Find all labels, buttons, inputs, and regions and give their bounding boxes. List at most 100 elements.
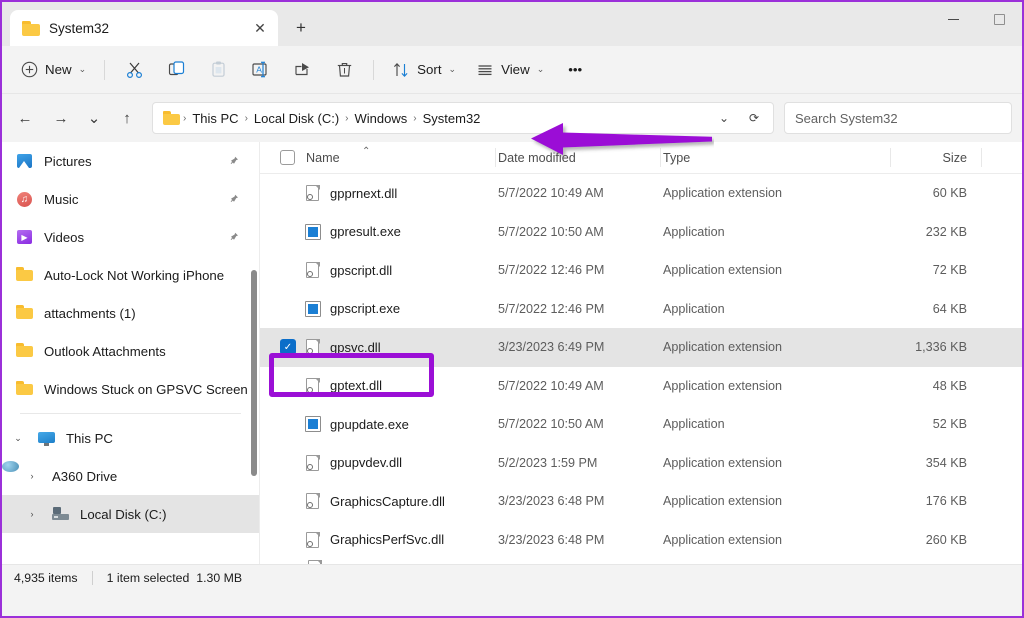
file-name: gpscript.exe xyxy=(330,301,401,317)
table-row[interactable]: gpscript.exe 5/7/2022 12:46 PM Applicati… xyxy=(260,290,1022,329)
column-divider[interactable] xyxy=(981,148,982,167)
svg-text:A: A xyxy=(256,65,262,75)
maximize-button[interactable] xyxy=(976,2,1022,36)
table-row[interactable]: gptext.dll 5/7/2022 10:49 AM Application… xyxy=(260,367,1022,406)
file-size: 232 KB xyxy=(925,224,967,239)
sort-ascending-icon: ⌃ xyxy=(362,146,371,157)
back-button[interactable]: ← xyxy=(8,102,42,134)
table-row[interactable]: GraphicsPerfSvc.dll 3/23/2023 6:48 PM Ap… xyxy=(260,521,1022,560)
sidebar-item-this-pc[interactable]: ⌄ This PC xyxy=(2,419,259,457)
share-button[interactable] xyxy=(282,54,322,86)
cut-button[interactable] xyxy=(114,54,154,86)
breadcrumb[interactable]: › This PC › Local Disk (C:) › Windows › … xyxy=(152,102,774,134)
new-button-label: New xyxy=(45,62,72,77)
pin-icon[interactable] xyxy=(228,156,239,167)
file-date-modified: 5/7/2022 10:50 AM xyxy=(498,417,604,432)
file-date-modified: 5/7/2022 12:46 PM xyxy=(498,301,605,316)
table-row[interactable]: gpscript.dll 5/7/2022 12:46 PM Applicati… xyxy=(260,251,1022,290)
column-header-size[interactable]: Size xyxy=(890,151,980,165)
exe-file-icon xyxy=(305,223,321,241)
minimize-button[interactable] xyxy=(930,2,976,36)
pin-icon[interactable] xyxy=(228,194,239,205)
sidebar-item-label: Outlook Attachments xyxy=(44,343,166,359)
table-row-partial[interactable] xyxy=(260,559,1022,564)
chevron-right-icon[interactable]: › xyxy=(22,471,42,481)
new-button[interactable]: New ⌄ xyxy=(12,54,95,86)
table-row-selected[interactable]: ✓ gpsvc.dll 3/23/2023 6:49 PM Applicatio… xyxy=(260,328,1022,367)
column-divider[interactable] xyxy=(495,148,496,167)
file-size: 260 KB xyxy=(925,532,967,547)
breadcrumb-system32[interactable]: System32 xyxy=(418,111,486,126)
table-row[interactable]: GraphicsCapture.dll 3/23/2023 6:48 PM Ap… xyxy=(260,482,1022,521)
chevron-right-icon[interactable]: › xyxy=(22,509,42,519)
rename-button[interactable]: A xyxy=(240,54,280,86)
forward-button[interactable]: → xyxy=(44,102,78,134)
folder-icon xyxy=(16,380,34,398)
search-input[interactable]: Search System32 xyxy=(784,102,1012,134)
file-type: Application extension xyxy=(663,186,783,201)
file-list-pane: Name ⌃ Date modified Type Size gpprnext.… xyxy=(260,142,1022,564)
plus-circle-icon xyxy=(21,61,38,78)
paste-button[interactable] xyxy=(198,54,238,86)
table-row[interactable]: gpresult.exe 5/7/2022 10:50 AM Applicati… xyxy=(260,213,1022,252)
column-divider[interactable] xyxy=(890,148,891,167)
up-button[interactable]: ↑ xyxy=(110,102,144,134)
refresh-icon[interactable]: ⟳ xyxy=(739,103,769,133)
breadcrumb-windows[interactable]: Windows xyxy=(350,111,413,126)
copy-icon xyxy=(167,60,186,79)
folder-icon xyxy=(163,111,180,125)
column-header-date-modified[interactable]: Date modified xyxy=(495,151,660,165)
sort-label: Sort xyxy=(417,62,442,77)
sidebar-item-label: attachments (1) xyxy=(44,305,136,321)
address-bar: ← → ⌄ ↑ › This PC › Local Disk (C:) › Wi… xyxy=(2,94,1022,142)
folder-icon xyxy=(16,266,34,284)
close-icon[interactable]: ✕ xyxy=(248,16,272,40)
new-tab-button[interactable]: + xyxy=(284,12,318,44)
sidebar-item-auto-lock-folder[interactable]: Auto-Lock Not Working iPhone xyxy=(2,256,259,294)
file-size: 1,336 KB xyxy=(915,340,967,355)
tab-system32[interactable]: System32 ✕ xyxy=(10,10,278,46)
file-explorer-window: System32 ✕ + New ⌄ A Sort ⌄ View ⌄ ••• ←… xyxy=(0,0,1024,618)
view-button[interactable]: View ⌄ xyxy=(467,54,553,86)
see-more-button[interactable]: ••• xyxy=(555,54,595,86)
row-checkbox[interactable]: ✓ xyxy=(280,339,296,356)
folder-icon xyxy=(16,342,34,360)
toolbar-divider-2 xyxy=(373,59,375,80)
sidebar-item-attachments-folder[interactable]: attachments (1) xyxy=(2,294,259,332)
sidebar-item-videos[interactable]: ▶ Videos xyxy=(2,218,259,256)
sidebar-item-local-disk-c[interactable]: › Local Disk (C:) xyxy=(2,495,259,533)
breadcrumb-dropdown-icon[interactable]: ⌄ xyxy=(709,103,739,133)
file-type: Application xyxy=(663,417,725,432)
column-header-type[interactable]: Type xyxy=(660,151,890,165)
status-bar: 4,935 items 1 item selected 1.30 MB xyxy=(2,564,1022,590)
file-size: 72 KB xyxy=(932,263,967,278)
file-type: Application extension xyxy=(663,455,783,470)
breadcrumb-local-disk[interactable]: Local Disk (C:) xyxy=(249,111,344,126)
sidebar-item-music[interactable]: ♫ Music xyxy=(2,180,259,218)
item-count: 4,935 items xyxy=(14,570,78,585)
sidebar-item-outlook-attachments-folder[interactable]: Outlook Attachments xyxy=(2,332,259,370)
pin-icon[interactable] xyxy=(228,232,239,243)
videos-icon: ▶ xyxy=(16,228,34,246)
sidebar-item-pictures[interactable]: Pictures xyxy=(2,142,259,180)
copy-button[interactable] xyxy=(156,54,196,86)
dll-file-icon xyxy=(305,377,321,395)
sort-button[interactable]: Sort ⌄ xyxy=(383,54,465,86)
table-row[interactable]: gpupdate.exe 5/7/2022 10:50 AM Applicati… xyxy=(260,405,1022,444)
column-header-name[interactable]: Name ⌃ xyxy=(260,146,495,165)
sidebar-scrollbar[interactable] xyxy=(251,270,257,476)
sidebar-item-a360-drive[interactable]: › A360 Drive xyxy=(2,457,259,495)
select-all-checkbox[interactable] xyxy=(280,150,295,165)
recent-locations-button[interactable]: ⌄ xyxy=(80,102,108,134)
delete-button[interactable] xyxy=(324,54,364,86)
window-controls xyxy=(930,2,1022,36)
table-row[interactable]: gpprnext.dll 5/7/2022 10:49 AM Applicati… xyxy=(260,174,1022,213)
column-divider[interactable] xyxy=(660,148,661,167)
sidebar-item-gpsvc-folder[interactable]: Windows Stuck on GPSVC Screen xyxy=(2,370,259,408)
breadcrumb-this-pc[interactable]: This PC xyxy=(187,111,243,126)
chevron-down-icon[interactable]: ⌄ xyxy=(8,433,28,444)
table-row[interactable]: gpupvdev.dll 5/2/2023 1:59 PM Applicatio… xyxy=(260,444,1022,483)
pictures-icon xyxy=(16,152,34,170)
scissors-icon xyxy=(125,60,144,79)
selection-status: 1 item selected xyxy=(106,570,190,585)
